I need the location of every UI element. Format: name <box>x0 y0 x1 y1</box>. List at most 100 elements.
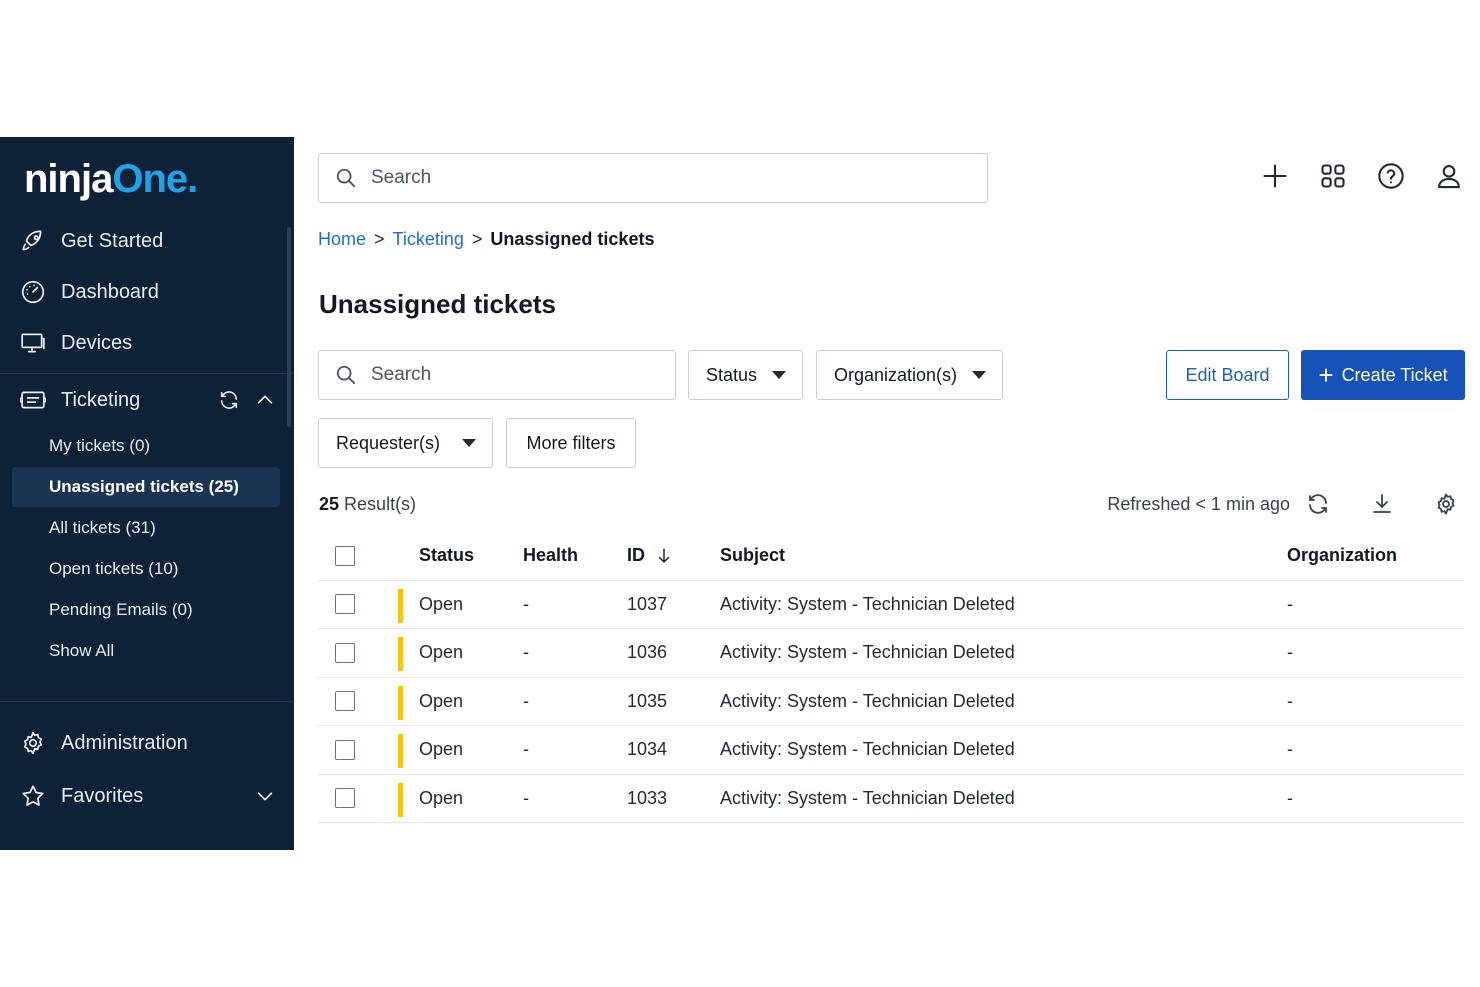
sidebar-subitem-show-all[interactable]: Show All <box>12 631 280 671</box>
plus-icon[interactable] <box>1260 161 1290 191</box>
cell-organization: - <box>1287 593 1293 614</box>
row-checkbox[interactable] <box>335 739 355 760</box>
topbar-actions <box>1260 161 1464 191</box>
organization-filter-label: Organization(s) <box>834 364 958 385</box>
cell-subject: Activity: System - Technician Deleted <box>720 690 1015 711</box>
table-row[interactable]: Open - 1036 Activity: System - Technician D… <box>318 629 1464 678</box>
gear-icon <box>19 729 47 757</box>
sidebar-divider <box>0 373 294 374</box>
table-row[interactable]: Open - 1037 Activity: System - Technician D… <box>318 581 1464 629</box>
rocket-icon <box>19 227 47 255</box>
sidebar-subitem-open-tickets[interactable]: Open tickets (10) <box>12 549 280 589</box>
cell-status: Open <box>419 690 464 711</box>
cell-id: 1037 <box>627 593 668 614</box>
requester-filter-label: Requester(s) <box>336 432 441 453</box>
cell-health: - <box>523 690 529 711</box>
cell-organization: - <box>1287 739 1293 760</box>
edit-board-button[interactable]: Edit Board <box>1166 350 1289 400</box>
sidebar-item-administration[interactable]: Administration <box>0 721 294 765</box>
sidebar-subitem-pending-emails[interactable]: Pending Emails (0) <box>12 590 280 630</box>
cell-status: Open <box>419 593 464 614</box>
sidebar-subitem-all-tickets[interactable]: All tickets (31) <box>12 508 280 548</box>
star-icon <box>19 782 47 810</box>
status-indicator-bar <box>398 588 403 623</box>
column-header-health[interactable]: Health <box>523 532 578 580</box>
refreshed-status: Refreshed < 1 min ago <box>1107 494 1290 514</box>
sidebar-item-dashboard[interactable]: Dashboard <box>0 270 294 314</box>
sidebar-scrollbar[interactable] <box>287 227 291 427</box>
sidebar-divider <box>0 701 294 702</box>
sidebar-item-label: Ticketing <box>61 388 141 411</box>
refresh-icon[interactable] <box>1304 490 1332 518</box>
row-select-cell <box>335 775 355 823</box>
cell-status: Open <box>419 739 464 760</box>
user-icon[interactable] <box>1434 161 1464 191</box>
column-header-status[interactable]: Status <box>419 532 474 580</box>
sidebar-item-ticketing[interactable]: Ticketing <box>0 378 294 422</box>
column-header-id[interactable]: ID <box>627 532 673 580</box>
plus-icon: + <box>1318 360 1334 390</box>
search-icon <box>336 168 356 188</box>
more-filters-label: More filters <box>526 432 616 453</box>
row-checkbox[interactable] <box>335 788 355 809</box>
row-select-cell <box>335 629 355 677</box>
status-filter-dropdown[interactable]: Status <box>688 350 803 400</box>
cell-subject: Activity: System - Technician Deleted <box>720 739 1015 760</box>
cell-subject: Activity: System - Technician Deleted <box>720 593 1015 614</box>
cell-organization: - <box>1287 690 1293 711</box>
ticket-icon <box>19 386 47 414</box>
ninjaone-logo[interactable]: ninjaOne. <box>24 157 198 201</box>
status-filter-label: Status <box>706 364 758 385</box>
ticket-search-input[interactable]: Search <box>318 350 676 400</box>
create-ticket-label: Create Ticket <box>1341 364 1448 385</box>
sidebar: ninjaOne. Get Started Dashboard Devices … <box>0 137 294 850</box>
app-window: ninjaOne. Get Started Dashboard Devices … <box>0 137 1480 850</box>
more-filters-button[interactable]: More filters <box>506 418 636 468</box>
sidebar-item-label: Dashboard <box>61 280 159 303</box>
cell-organization: - <box>1287 787 1293 808</box>
table-header: Status Health ID Subject Organization <box>318 532 1464 581</box>
row-checkbox[interactable] <box>335 642 355 663</box>
sidebar-item-favorites[interactable]: Favorites <box>0 774 294 818</box>
global-search-input[interactable]: Search <box>318 153 988 203</box>
requester-filter-dropdown[interactable]: Requester(s) <box>318 418 493 468</box>
sidebar-item-get-started[interactable]: Get Started <box>0 219 294 263</box>
page-title: Unassigned tickets <box>319 289 556 319</box>
column-header-organization[interactable]: Organization <box>1287 532 1397 580</box>
select-all-checkbox[interactable] <box>335 545 355 566</box>
refresh-icon[interactable] <box>218 389 240 417</box>
cell-id: 1033 <box>627 787 668 808</box>
settings-icon[interactable] <box>1432 490 1460 518</box>
breadcrumb: Home > Ticketing > Unassigned tickets <box>318 229 654 250</box>
column-header-subject[interactable]: Subject <box>720 532 785 580</box>
chevron-down-icon[interactable] <box>254 785 276 813</box>
table-row[interactable]: Open - 1034 Activity: System - Technician D… <box>318 726 1464 775</box>
download-icon[interactable] <box>1368 490 1396 518</box>
apps-grid-icon[interactable] <box>1318 161 1348 191</box>
cell-health: - <box>523 593 529 614</box>
organization-filter-dropdown[interactable]: Organization(s) <box>816 350 1003 400</box>
logo-text-ninja: ninja <box>24 157 113 201</box>
sidebar-subitem-my-tickets[interactable]: My tickets (0) <box>12 426 280 466</box>
global-search-placeholder: Search <box>371 167 432 188</box>
breadcrumb-home[interactable]: Home <box>318 229 366 250</box>
results-label: Result(s) <box>344 494 417 514</box>
ticket-search-placeholder: Search <box>371 364 432 385</box>
create-ticket-button[interactable]: + Create Ticket <box>1301 350 1465 400</box>
table-row[interactable]: Open - 1033 Activity: System - Technician D… <box>318 775 1464 823</box>
row-checkbox[interactable] <box>335 594 355 615</box>
status-indicator-bar <box>398 782 403 817</box>
sidebar-item-label: Get Started <box>61 229 164 252</box>
sidebar-subitem-unassigned-tickets[interactable]: Unassigned tickets (25) <box>12 467 280 507</box>
sidebar-item-devices[interactable]: Devices <box>0 321 294 365</box>
chevron-up-icon[interactable] <box>254 389 276 417</box>
table-row[interactable]: Open - 1035 Activity: System - Technician D… <box>318 678 1464 726</box>
cell-health: - <box>523 739 529 760</box>
search-icon <box>336 365 356 385</box>
breadcrumb-ticketing[interactable]: Ticketing <box>393 229 464 250</box>
help-icon[interactable] <box>1376 161 1406 191</box>
cell-status: Open <box>419 642 464 663</box>
cell-organization: - <box>1287 642 1293 663</box>
row-checkbox[interactable] <box>335 691 355 712</box>
cell-status: Open <box>419 787 464 808</box>
